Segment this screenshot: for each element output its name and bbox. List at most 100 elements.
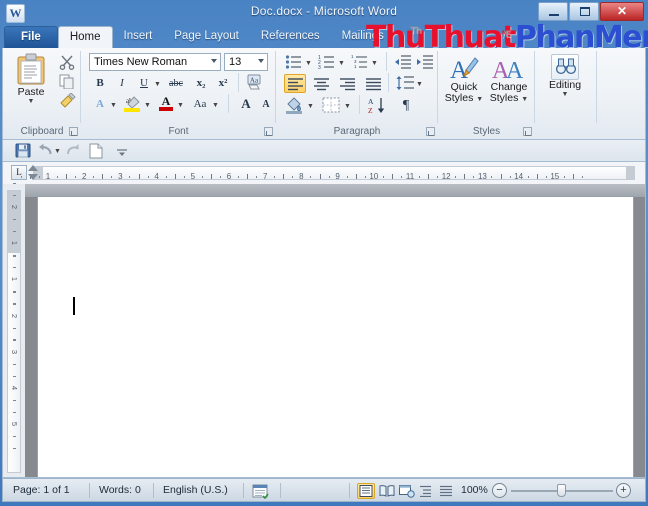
bold-button[interactable]: B [91,74,109,91]
shading-button[interactable] [284,96,306,115]
horizontal-ruler-bar[interactable]: 1 2 3 4 5 6 7 8 9 10 11 12 13 14 15 [20,166,635,181]
multilevel-dropdown-arrow[interactable]: ▼ [371,60,378,67]
status-page-number[interactable]: Page: 1 of 1 [13,484,70,496]
font-name-dropdown-arrow[interactable] [211,59,217,63]
tab-stop-selector[interactable]: L [11,165,27,180]
superscript-button[interactable]: x² [213,74,233,91]
ruler-tick-mark [111,176,113,178]
increase-indent-button[interactable] [415,53,435,71]
paste-dropdown-arrow[interactable]: ▼ [9,98,53,105]
new-document-icon [89,143,103,159]
proofing-status-button[interactable] [251,483,271,500]
text-effects-button[interactable]: A [91,95,109,112]
bullets-button[interactable] [284,53,304,71]
horizontal-ruler[interactable]: L 1 2 3 4 5 6 7 8 9 10 11 12 13 14 15 [3,162,645,185]
zoom-percentage[interactable]: 100% [461,484,488,496]
align-right-icon [340,78,355,91]
editing-button[interactable]: Editing ▼ [541,54,589,98]
maximize-button[interactable] [569,2,599,21]
quick-styles-button[interactable]: A Quick Styles ▼ [442,54,486,104]
tab-home[interactable]: Home [57,26,113,48]
increase-indent-icon [417,55,433,69]
bullets-dropdown-arrow[interactable]: ▼ [305,60,312,67]
text-effects-dropdown-arrow[interactable]: ▼ [110,102,117,109]
zoom-in-button[interactable]: + [616,483,631,498]
change-case-button[interactable]: Aa [189,95,211,112]
cut-button[interactable] [58,54,76,71]
font-name-box[interactable]: Times New Roman [89,53,221,71]
tab-page-layout[interactable]: Page Layout [163,26,250,48]
paste-button[interactable]: Paste ▼ [9,53,53,105]
hanging-indent-marker[interactable] [28,174,38,180]
new-document-button[interactable] [89,143,106,159]
view-web-layout-button[interactable] [397,483,415,499]
sort-button[interactable]: A Z [366,96,388,115]
underline-dropdown-arrow[interactable]: ▼ [154,81,161,88]
status-word-count[interactable]: Words: 0 [99,484,141,496]
font-size-dropdown-arrow[interactable] [258,59,264,63]
font-color-dropdown-arrow[interactable]: ▼ [177,102,184,109]
status-language[interactable]: English (U.S.) [163,484,228,496]
decrease-indent-button[interactable] [393,53,413,71]
italic-button[interactable]: I [113,74,131,91]
clipboard-dialog-launcher[interactable] [69,127,78,136]
underline-button[interactable]: U [135,74,153,91]
format-painter-button[interactable] [58,92,76,109]
font-color-button[interactable]: A [156,94,176,113]
highlight-dropdown-arrow[interactable]: ▼ [144,102,151,109]
first-line-indent-marker[interactable] [28,165,38,171]
subscript-button[interactable]: x₂ [191,74,211,91]
save-button[interactable] [15,143,32,159]
view-full-screen-reading-button[interactable] [377,483,395,499]
zoom-slider-handle[interactable] [557,484,566,497]
align-center-button[interactable] [310,74,332,93]
clear-formatting-button[interactable]: Aa [244,73,266,92]
align-right-button[interactable] [336,74,358,93]
styles-dialog-launcher[interactable] [523,127,532,136]
line-spacing-dropdown-arrow[interactable]: ▼ [416,81,423,88]
close-button[interactable]: ✕ [600,2,644,21]
font-size-box[interactable]: 13 [224,53,268,71]
minimize-button[interactable] [538,2,568,21]
show-formatting-marks-button[interactable]: ¶ [396,95,416,114]
justify-button[interactable] [362,74,384,93]
highlight-color-button[interactable]: ab [121,94,143,113]
vertical-ruler[interactable]: 2 1 1 2 3 4 5 [3,183,25,477]
multilevel-list-button[interactable]: 131 [350,53,370,71]
full-screen-reading-icon [379,485,395,497]
customize-qat-button[interactable] [115,145,132,161]
change-case-dropdown-arrow[interactable]: ▼ [212,102,219,109]
line-spacing-button[interactable] [394,74,416,93]
redo-button[interactable] [65,143,82,159]
font-dialog-launcher[interactable] [264,127,273,136]
copy-button[interactable] [58,73,76,90]
view-outline-button[interactable] [417,483,435,499]
tab-references[interactable]: References [250,26,331,48]
borders-button[interactable] [321,96,343,115]
ruler-tick-mark [310,176,312,178]
undo-button[interactable] [38,143,55,159]
grow-font-button[interactable]: A [236,94,256,113]
view-print-layout-button[interactable] [357,483,375,499]
borders-dropdown-arrow[interactable]: ▼ [344,103,351,110]
view-draft-button[interactable] [437,483,455,499]
editing-dropdown-arrow[interactable]: ▼ [541,91,589,98]
numbering-dropdown-arrow[interactable]: ▼ [338,60,345,67]
numbering-button[interactable]: 123 [317,53,337,71]
shrink-font-button[interactable]: A [257,94,275,113]
quick-styles-dropdown-arrow[interactable]: ▼ [476,96,483,103]
strikethrough-button[interactable]: abc [165,74,187,91]
paragraph-dialog-launcher[interactable] [426,127,435,136]
tab-insert[interactable]: Insert [113,26,164,48]
document-page[interactable] [38,197,633,477]
svg-text:A: A [450,57,468,82]
change-styles-button[interactable]: A A Change Styles ▼ [486,54,532,104]
vertical-ruler-bar[interactable]: 2 1 1 2 3 4 5 [7,183,21,473]
change-styles-dropdown-arrow[interactable]: ▼ [521,96,528,103]
status-divider [280,483,281,498]
paste-icon [17,53,45,85]
shading-dropdown-arrow[interactable]: ▼ [307,103,314,110]
tab-file[interactable]: File [4,26,58,48]
align-left-button[interactable] [284,74,306,93]
zoom-out-button[interactable]: − [492,483,507,498]
